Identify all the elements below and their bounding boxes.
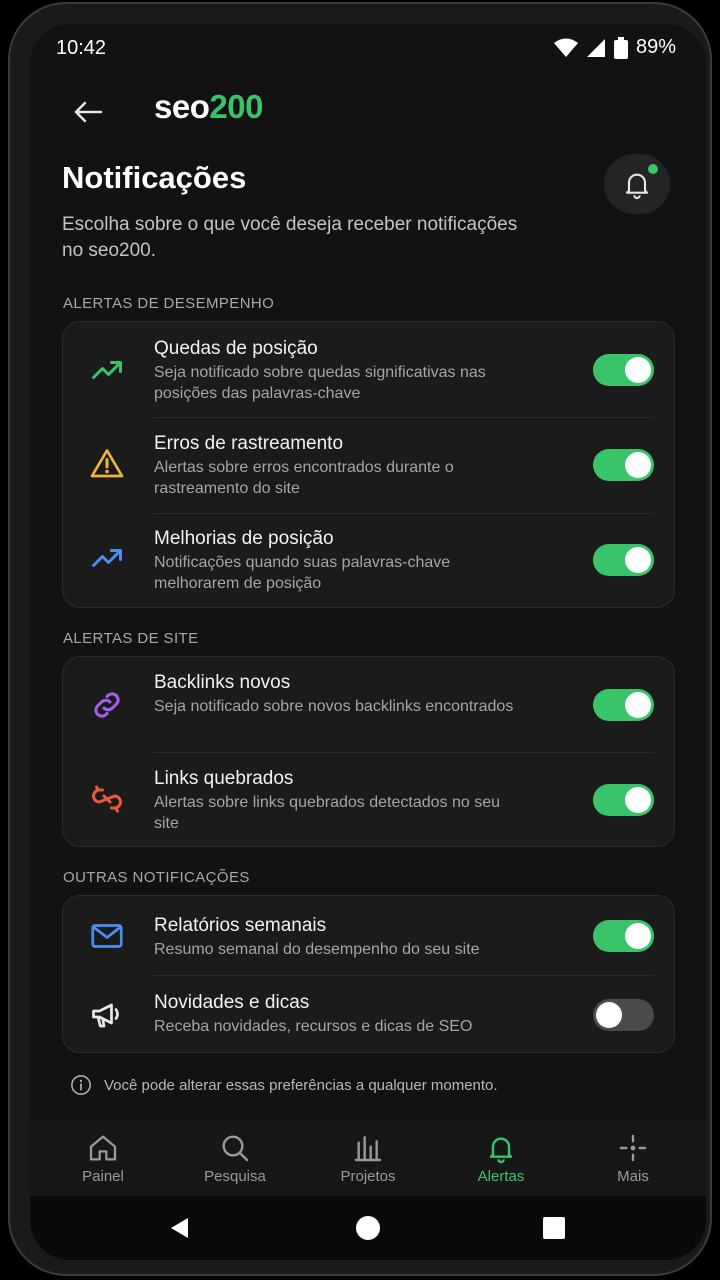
system-home-button[interactable] (354, 1214, 382, 1242)
setting-row-position-drops: Quedas de posição Seja notificado sobre … (63, 322, 676, 417)
circle-home-icon (356, 1216, 380, 1240)
setting-description: Seja notificado sobre quedas significati… (154, 364, 486, 402)
setting-row-weekly-reports: Relatórios semanais Resumo semanal do de… (63, 896, 676, 975)
wifi-icon (553, 38, 578, 57)
bottom-navigation: Painel Pesquisa Projetos Alertas Mais (30, 1120, 706, 1196)
setting-title: Quedas de posição (154, 338, 318, 359)
toggle-position-improvements[interactable] (593, 544, 654, 576)
battery-percent: 89% (635, 36, 676, 58)
setting-description: Notificações quando suas palavras-chave … (154, 554, 451, 592)
phone-frame: 10:42 89% seo200 Notificações Escolha so… (8, 2, 712, 1276)
system-navigation-bar (30, 1196, 706, 1260)
notifications-bell-button[interactable] (604, 154, 670, 214)
status-time: 10:42 (56, 37, 107, 59)
status-bar: 10:42 89% (30, 24, 706, 74)
setting-title: Novidades e dicas (154, 992, 310, 1013)
toggle-position-drops[interactable] (593, 354, 654, 386)
signal-icon (586, 38, 605, 57)
card-performance-alerts: Quedas de posição Seja notificado sobre … (62, 321, 675, 608)
page-title: Notificações (62, 160, 247, 195)
setting-row-broken-links: Links quebrados Alertas sobre links queb… (63, 753, 676, 848)
trend-up-icon (87, 538, 127, 578)
setting-row-position-improvements: Melhorias de posição Notificações quando… (63, 514, 676, 609)
page-subtitle: Escolha sobre o que você deseja receber … (62, 214, 518, 261)
search-icon (222, 1135, 249, 1162)
nav-item-projetos[interactable]: Projetos (313, 1120, 423, 1196)
info-icon (71, 1075, 91, 1095)
nav-item-pesquisa[interactable]: Pesquisa (180, 1120, 290, 1196)
bell-icon (489, 1137, 513, 1164)
setting-description: Alertas sobre links quebrados detectados… (154, 794, 500, 832)
screen: 10:42 89% seo200 Notificações Escolha so… (30, 24, 706, 1260)
mail-icon (87, 916, 127, 956)
setting-row-new-backlinks: Backlinks novos Seja notificado sobre no… (63, 657, 676, 752)
setting-title: Relatórios semanais (154, 915, 327, 936)
bell-icon (625, 173, 649, 199)
megaphone-icon (87, 994, 127, 1034)
section-label-other: OUTRAS NOTIFICAÇÕES (63, 869, 250, 886)
triangle-back-icon (171, 1218, 188, 1238)
warning-icon (87, 444, 127, 484)
battery-icon (613, 36, 628, 59)
more-icon (619, 1134, 647, 1162)
toggle-broken-links[interactable] (593, 784, 654, 816)
section-label-performance: ALERTAS DE DESEMPENHO (63, 295, 275, 312)
nav-item-painel[interactable]: Painel (48, 1120, 158, 1196)
setting-title: Melhorias de posição (154, 528, 334, 549)
setting-description: Receba novidades, recursos e dicas de SE… (154, 1018, 473, 1035)
trend-up-icon (87, 350, 127, 390)
system-back-button[interactable] (166, 1214, 194, 1242)
toggle-weekly-reports[interactable] (593, 920, 654, 952)
setting-title: Erros de rastreamento (154, 433, 344, 454)
toggle-new-backlinks[interactable] (593, 689, 654, 721)
setting-row-news-tips: Novidades e dicas Receba novidades, recu… (63, 976, 676, 1054)
card-site-alerts: Backlinks novos Seja notificado sobre no… (62, 656, 675, 847)
section-label-site: ALERTAS DE SITE (63, 630, 199, 647)
bar-chart-icon (354, 1136, 382, 1162)
setting-description: Resumo semanal do desempenho do seu site (154, 941, 480, 958)
nav-item-alertas[interactable]: Alertas (446, 1120, 556, 1196)
system-recents-button[interactable] (540, 1214, 568, 1242)
app-logo: seo200 (154, 88, 263, 125)
unread-dot (648, 164, 658, 174)
setting-description: Alertas sobre erros encontrados durante … (154, 459, 454, 497)
setting-title: Links quebrados (154, 768, 294, 789)
toggle-crawl-errors[interactable] (593, 449, 654, 481)
card-other-notifications: Relatórios semanais Resumo semanal do de… (62, 895, 675, 1053)
setting-description: Seja notificado sobre novos backlinks en… (154, 698, 514, 715)
arrow-left-icon (74, 101, 103, 123)
setting-row-crawl-errors: Erros de rastreamento Alertas sobre erro… (63, 418, 676, 513)
setting-title: Backlinks novos (154, 672, 291, 693)
home-icon (89, 1135, 117, 1161)
broken-link-icon (87, 779, 127, 819)
back-button[interactable] (66, 90, 110, 134)
square-recents-icon (543, 1217, 565, 1239)
footnote: Você pode alterar essas preferências a q… (70, 1074, 498, 1096)
footnote-text: Você pode alterar essas preferências a q… (104, 1076, 498, 1094)
link-icon (87, 685, 127, 725)
nav-item-mais[interactable]: Mais (578, 1120, 688, 1196)
toggle-news-tips[interactable] (593, 999, 654, 1031)
